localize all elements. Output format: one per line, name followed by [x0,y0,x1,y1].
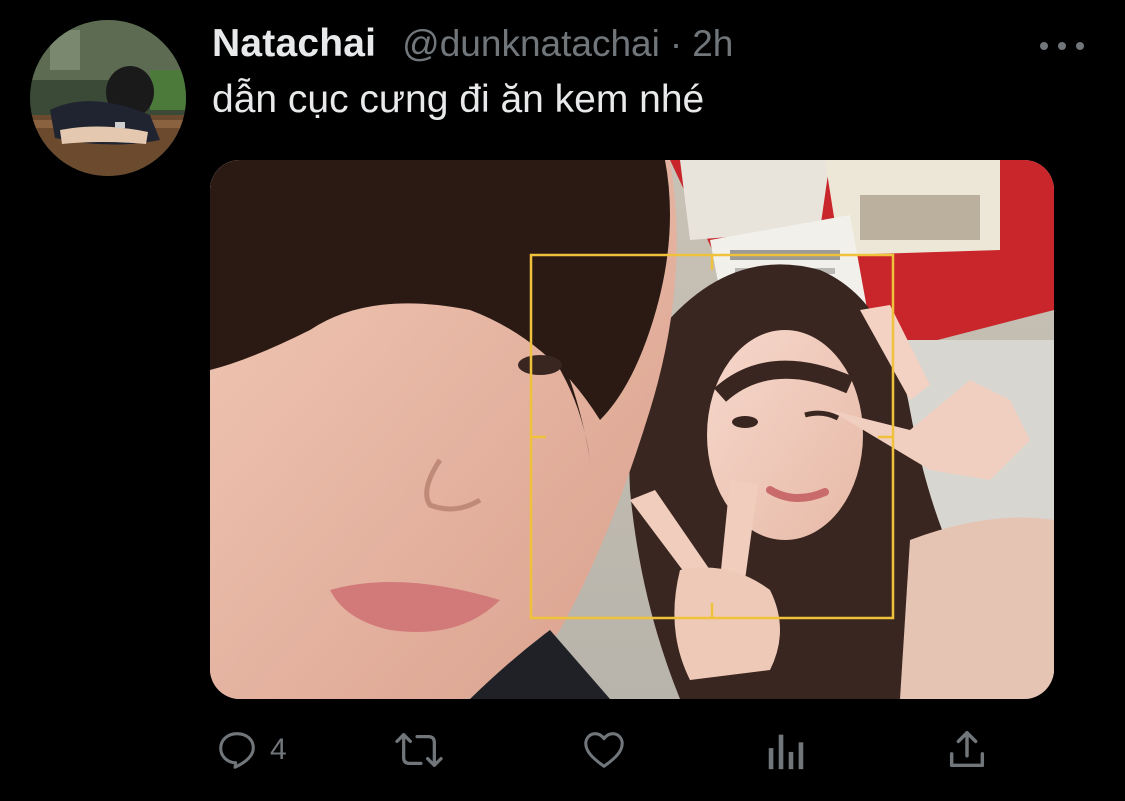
more-icon-dot [1058,42,1066,50]
timestamp[interactable]: 2h [692,23,733,65]
avatar-image [30,20,186,176]
more-button[interactable] [1040,34,1084,58]
photo-image [210,160,1054,699]
analytics-icon [768,734,804,770]
share-button[interactable] [944,720,990,780]
reply-icon [219,732,255,769]
tweet-text: dẫn cục cưng đi ăn kem nhé [212,78,705,121]
avatar[interactable] [30,20,186,176]
separator-dot: · [669,23,683,64]
more-icon-dot [1076,42,1084,50]
more-icon [1040,42,1048,50]
user-handle[interactable]: @dunknatachai [402,23,660,65]
retweet-icon [395,733,443,767]
action-bar: 4 [0,720,1125,780]
share-icon [949,731,985,768]
tweet-photo[interactable] [210,160,1054,699]
retweet-button[interactable] [394,720,444,780]
tweet-header: Natachai @dunknatachai · 2h [212,22,733,72]
heart-icon [584,732,624,768]
reply-count: 4 [270,733,287,766]
display-name[interactable]: Natachai [212,22,376,66]
analytics-button[interactable] [764,720,808,780]
tweet[interactable]: Natachai @dunknatachai · 2h dẫn cục cưng… [0,0,1125,801]
like-button[interactable] [580,720,628,780]
reply-button[interactable]: 4 [214,720,287,780]
